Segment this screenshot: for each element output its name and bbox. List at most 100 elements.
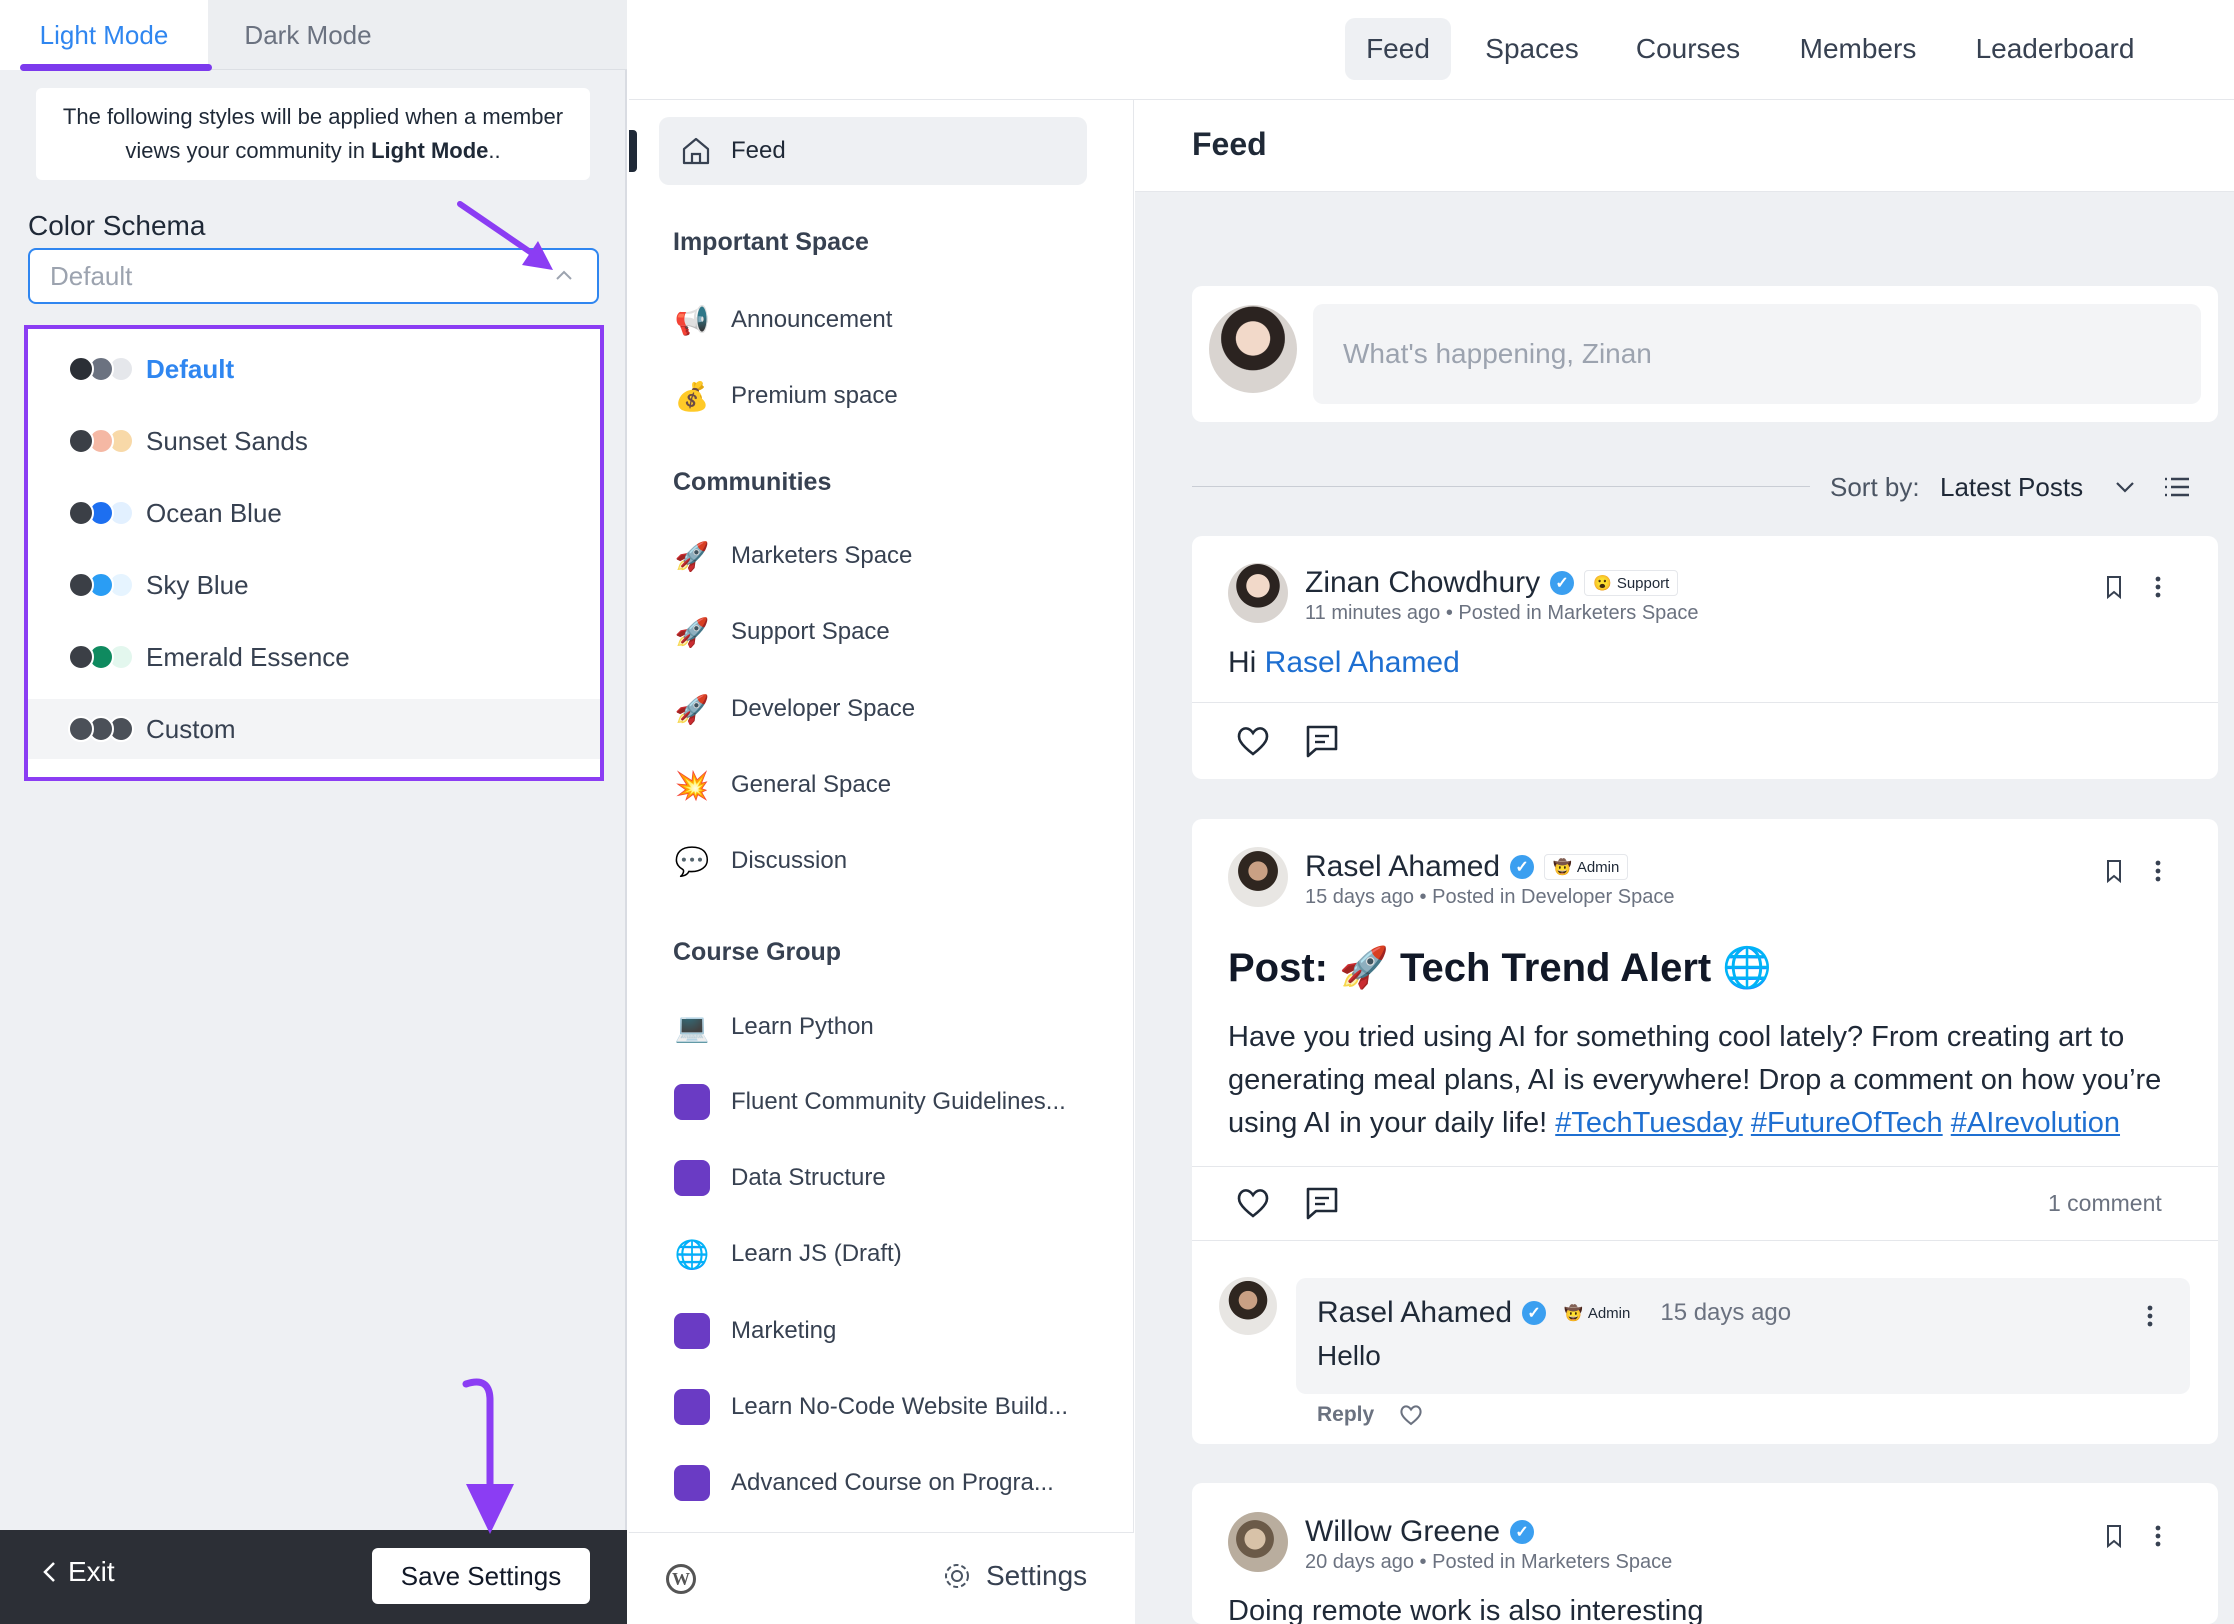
sidebar-item-learn-js-draft[interactable]: 🌐 Learn JS (Draft)	[673, 1232, 902, 1276]
schema-option-custom[interactable]: Custom	[28, 699, 600, 759]
schema-option-emerald-essence[interactable]: Emerald Essence	[28, 627, 600, 687]
nav-spaces[interactable]: Spaces	[1470, 18, 1594, 80]
post-time[interactable]: 15 days ago	[1305, 886, 1414, 908]
post-title-prefix: Post:	[1228, 946, 1340, 990]
verified-icon: ✓	[1522, 1301, 1547, 1325]
comment-time: 15 days ago	[1660, 1299, 1792, 1326]
space-emoji-icon: 💰	[674, 380, 710, 412]
heading-important-space: Important Space	[673, 228, 869, 256]
schema-option-default[interactable]: Default	[28, 339, 600, 399]
post-text: Hi	[1228, 646, 1265, 679]
sidebar-item-fluent-community-guidelines[interactable]: Fluent Community Guidelines...	[673, 1080, 1066, 1124]
hashtag-link[interactable]: #TechTuesday	[1555, 1107, 1743, 1139]
sidebar-item-general-space[interactable]: 💥 General Space	[673, 763, 892, 807]
avatar	[1228, 847, 1288, 907]
sidebar-item-marketers-space[interactable]: 🚀 Marketers Space	[673, 534, 913, 578]
divider	[1192, 486, 1810, 487]
settings-link[interactable]: Settings	[942, 1560, 1087, 1592]
schema-option-label: Emerald Essence	[146, 641, 350, 672]
color-schema-select[interactable]: Default	[28, 248, 599, 304]
more-options-icon[interactable]	[2148, 1522, 2168, 1550]
post-meta: 20 days ago • Posted in Marketers Space	[1305, 1551, 1673, 1573]
list-view-icon[interactable]	[2162, 472, 2192, 502]
course-square-icon	[673, 1159, 711, 1197]
post-meta: 11 minutes ago • Posted in Marketers Spa…	[1305, 602, 1699, 624]
nav-leaderboard[interactable]: Leaderboard	[1960, 18, 2150, 80]
nav-feed[interactable]: Feed	[1345, 18, 1451, 80]
chevron-up-icon[interactable]	[552, 264, 576, 288]
post-space[interactable]: Posted in Developer Space	[1432, 886, 1674, 908]
comment-author[interactable]: Rasel Ahamed	[1317, 1296, 1512, 1330]
comment-count[interactable]: 1 comment	[2048, 1190, 2162, 1217]
post-composer-input[interactable]: What's happening, Zinan	[1313, 304, 2201, 404]
color-schema-dropdown: Default Sunset Sands Ocean Blue Sky Blue Eme…	[24, 325, 604, 781]
schema-option-label: Sunset Sands	[146, 425, 308, 456]
space-emoji-icon: 💥	[674, 769, 710, 801]
bookmark-icon[interactable]	[2100, 857, 2128, 885]
more-options-icon[interactable]	[2148, 857, 2168, 885]
post-space[interactable]: Posted in Marketers Space	[1458, 602, 1698, 624]
nav-members[interactable]: Members	[1784, 18, 1932, 80]
sidebar-item-data-structure[interactable]: Data Structure	[673, 1156, 886, 1200]
heart-icon[interactable]	[1234, 1184, 1272, 1222]
swatch-dot	[68, 356, 94, 382]
color-swatch-icon	[68, 642, 136, 672]
customizer-panel	[0, 0, 627, 1624]
tab-dark-mode[interactable]: Dark Mode	[208, 0, 408, 70]
author-name[interactable]: Zinan Chowdhury	[1305, 566, 1540, 600]
author-name[interactable]: Willow Greene	[1305, 1515, 1500, 1549]
hashtag-link[interactable]: #AIrevolution	[1951, 1107, 2120, 1139]
mention-link[interactable]: Rasel Ahamed	[1265, 646, 1460, 679]
sidebar-item-label: Support Space	[731, 618, 890, 645]
tab-light-mode[interactable]: Light Mode	[0, 0, 208, 70]
sidebar-item-learn-python[interactable]: 💻 Learn Python	[673, 1005, 874, 1049]
sidebar-item-premium-space[interactable]: 💰 Premium space	[673, 374, 898, 418]
settings-label: Settings	[986, 1560, 1088, 1591]
space-emoji-icon: 💬	[674, 845, 710, 877]
save-settings-button[interactable]: Save Settings	[372, 1548, 590, 1604]
chevron-down-icon[interactable]	[2112, 474, 2138, 500]
schema-option-ocean-blue[interactable]: Ocean Blue	[28, 483, 600, 543]
gear-icon	[945, 1564, 969, 1588]
avatar	[1209, 305, 1297, 393]
sidebar-item-label: Announcement	[731, 306, 893, 333]
post-author-row: Rasel Ahamed ✓ 🤠 Admin	[1305, 850, 1629, 884]
author-name[interactable]: Rasel Ahamed	[1305, 850, 1500, 884]
nav-courses[interactable]: Courses	[1620, 18, 1756, 80]
sidebar-item-announcement[interactable]: 📢 Announcement	[673, 298, 893, 342]
sort-dropdown[interactable]: Latest Posts	[1940, 472, 2083, 503]
wordpress-icon[interactable]: W	[666, 1564, 696, 1594]
comment-icon[interactable]	[1302, 722, 1342, 760]
chevron-left-icon	[43, 1562, 55, 1582]
hashtag-link[interactable]: #FutureOfTech	[1751, 1107, 1943, 1139]
badge-emoji-icon: 🤠	[1553, 859, 1572, 876]
post-time[interactable]: 20 days ago	[1305, 1551, 1414, 1573]
sidebar-item-developer-space[interactable]: 🚀 Developer Space	[673, 687, 916, 731]
sidebar-item-learn-no-code-website-build[interactable]: Learn No-Code Website Build...	[673, 1385, 1068, 1429]
exit-button[interactable]: Exit	[40, 1556, 115, 1588]
sidebar-item-advanced-course-on-progra[interactable]: Advanced Course on Progra...	[673, 1461, 1054, 1505]
sidebar-item-marketing[interactable]: Marketing	[673, 1309, 836, 1353]
bookmark-icon[interactable]	[2100, 1522, 2128, 1550]
heart-icon[interactable]	[1398, 1402, 1424, 1428]
badge-label: Admin	[1576, 858, 1620, 876]
sidebar-item-discussion[interactable]: 💬 Discussion	[673, 839, 847, 883]
schema-option-sky-blue[interactable]: Sky Blue	[28, 555, 600, 615]
sidebar-item-feed[interactable]: Feed	[659, 117, 1087, 185]
more-options-icon[interactable]	[2148, 573, 2168, 601]
space-emoji-icon: 📢	[674, 304, 710, 336]
schema-option-sunset-sands[interactable]: Sunset Sands	[28, 411, 600, 471]
sidebar-item-support-space[interactable]: 🚀 Support Space	[673, 610, 890, 654]
info-mode-name: Light Mode	[371, 138, 489, 163]
more-options-icon[interactable]	[2140, 1302, 2160, 1330]
comment-icon[interactable]	[1302, 1184, 1342, 1222]
post-time[interactable]: 11 minutes ago	[1305, 602, 1440, 624]
bookmark-icon[interactable]	[2100, 573, 2128, 601]
reply-button[interactable]: Reply	[1317, 1403, 1374, 1427]
post-title-text: Tech Trend Alert	[1400, 946, 1712, 990]
heart-icon[interactable]	[1234, 722, 1272, 760]
course-color-icon	[674, 1160, 710, 1196]
globe-icon: 🌐	[1711, 946, 1773, 990]
post-card: Willow Greene ✓ 20 days ago • Posted in …	[1192, 1483, 2218, 1624]
post-space[interactable]: Posted in Marketers Space	[1432, 1551, 1672, 1573]
